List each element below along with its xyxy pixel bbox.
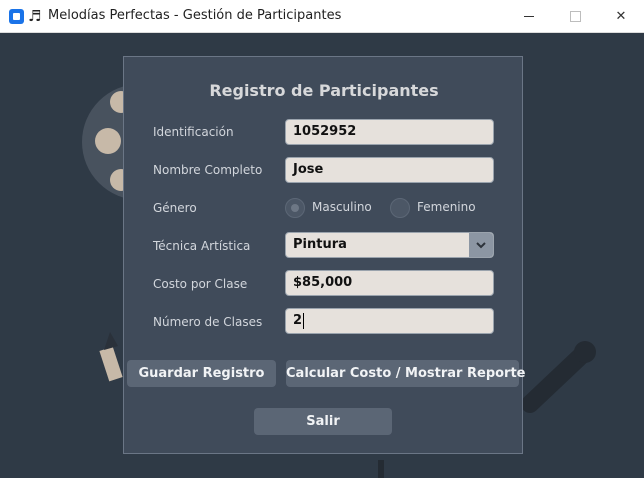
technique-value: Pintura: [293, 237, 347, 252]
name-field[interactable]: Jose: [285, 157, 494, 183]
cost-field[interactable]: $85,000: [285, 270, 494, 296]
gender-label: Género: [153, 201, 197, 215]
radio-masculino[interactable]: [285, 198, 305, 218]
minimize-button[interactable]: [506, 0, 552, 32]
form-title: Registro de Participantes: [209, 81, 439, 100]
calculate-report-button[interactable]: Calcular Costo / Mostrar Reporte: [286, 360, 526, 387]
registration-panel: Registro de Participantes Identificación…: [123, 56, 523, 454]
radio-masculino-label[interactable]: Masculino: [312, 200, 372, 215]
classes-value: 2: [293, 313, 303, 328]
maximize-button[interactable]: [552, 0, 598, 32]
brush-icon: [521, 343, 594, 413]
window-title: Melodías Perfectas - Gestión de Particip…: [48, 8, 342, 23]
exit-button[interactable]: Salir: [254, 408, 392, 435]
chevron-down-icon[interactable]: [469, 233, 493, 257]
text-caret: [303, 312, 305, 329]
pencil-icon: [99, 346, 123, 382]
save-button[interactable]: Guardar Registro: [127, 360, 276, 387]
id-field[interactable]: 1052952: [285, 119, 494, 145]
radio-femenino-label[interactable]: Femenino: [417, 200, 476, 215]
technique-select[interactable]: Pintura: [285, 232, 494, 258]
id-label: Identificación: [153, 125, 234, 139]
music-notes-icon: ♬: [28, 7, 42, 25]
minimize-icon: [524, 15, 534, 17]
title-bar: ♬ Melodías Perfectas - Gestión de Partic…: [0, 0, 644, 33]
classes-label: Número de Clases: [153, 315, 263, 329]
close-button[interactable]: ✕: [598, 0, 644, 32]
name-label: Nombre Completo: [153, 163, 263, 177]
cost-label: Costo por Clase: [153, 277, 248, 291]
app-window-icon: [9, 9, 24, 24]
radio-femenino[interactable]: [390, 198, 410, 218]
maximize-icon: [569, 10, 581, 22]
close-icon: ✕: [615, 8, 627, 24]
classes-field[interactable]: 2: [285, 308, 494, 334]
technique-label: Técnica Artística: [153, 239, 251, 253]
